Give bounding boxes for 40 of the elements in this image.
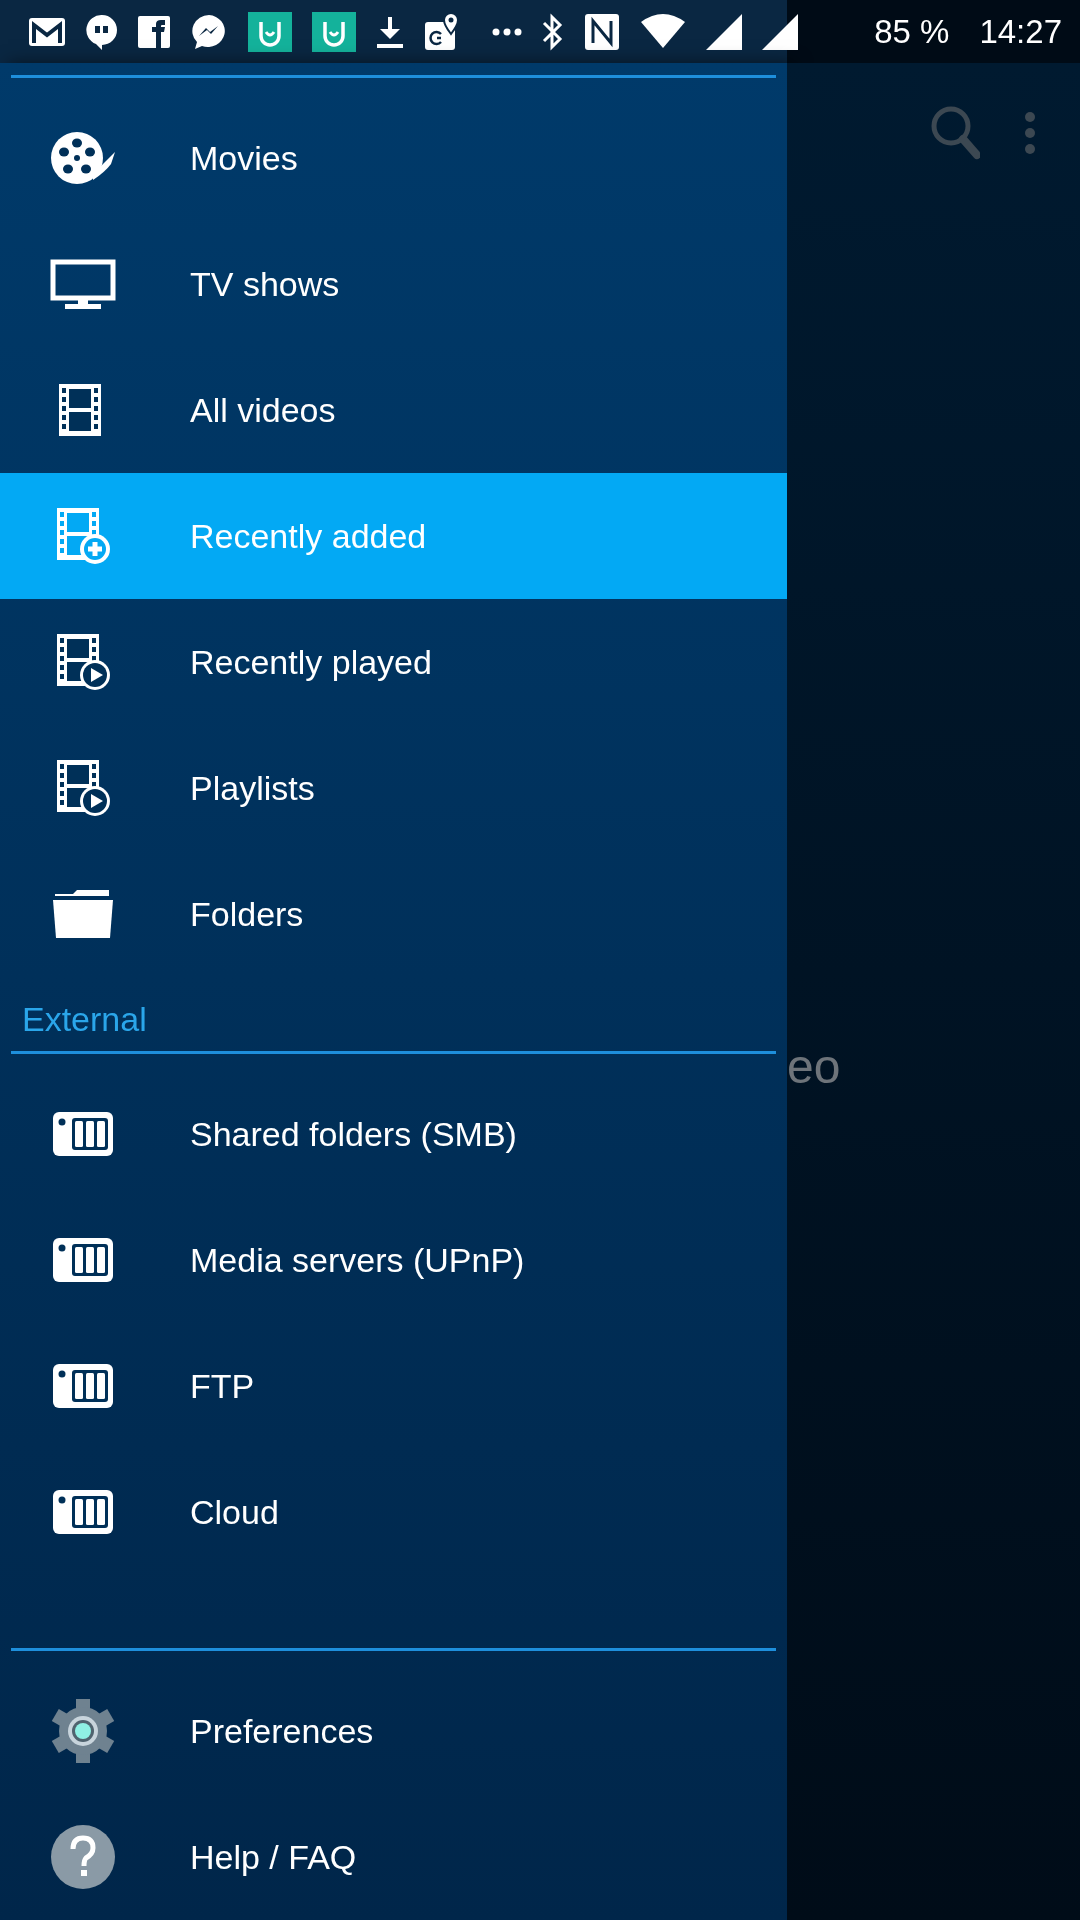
menu-item[interactable]: Folders (0, 851, 787, 977)
storage-drive-icon (53, 1238, 113, 1282)
app-badge-icon (248, 11, 292, 52)
menu-item[interactable]: FTP (0, 1323, 787, 1449)
square-logo-icon (138, 15, 170, 48)
menu-item[interactable]: Shared folders (SMB) (0, 1071, 787, 1197)
menu-item[interactable]: Playlists (0, 725, 787, 851)
bluetooth-icon (542, 12, 564, 51)
menu-item[interactable]: Media servers (UPnP) (0, 1197, 787, 1323)
folder-icon (53, 890, 113, 938)
menu-item[interactable]: Help / FAQ (0, 1794, 787, 1920)
storage-drive-icon (53, 1112, 113, 1156)
storage-drive-icon (53, 1364, 113, 1408)
battery-percent: 85 % (874, 11, 950, 52)
menu-item[interactable]: Movies (0, 95, 787, 221)
settings-icon (50, 1698, 116, 1764)
menu-item[interactable]: Recently played (0, 599, 787, 725)
chat-bubble-icon (190, 12, 228, 51)
help-icon (50, 1824, 116, 1890)
download-icon (376, 14, 404, 49)
clock: 14:27 (979, 11, 1062, 52)
section-header: External (21, 999, 148, 1040)
storage-drive-icon (53, 1490, 113, 1534)
menu-item[interactable]: Preferences (0, 1668, 787, 1794)
more-dots-icon (492, 27, 522, 36)
wifi-icon (640, 13, 686, 50)
app-badge-icon (312, 11, 356, 52)
menu-item[interactable]: All videos (0, 347, 787, 473)
monitor-icon (50, 259, 116, 309)
search-icon[interactable] (930, 105, 980, 161)
empty-state-text: eo (787, 1043, 842, 1091)
menu-item[interactable]: Cloud (0, 1449, 787, 1575)
quote-bubble-icon (86, 13, 118, 50)
nfc-icon (584, 12, 620, 51)
more-options-icon[interactable] (1024, 111, 1036, 155)
signal-icon (762, 13, 798, 50)
menu-item[interactable]: TV shows (0, 221, 787, 347)
mail-icon (28, 16, 66, 47)
film-reel-icon (49, 130, 117, 186)
signal-icon (706, 13, 742, 50)
